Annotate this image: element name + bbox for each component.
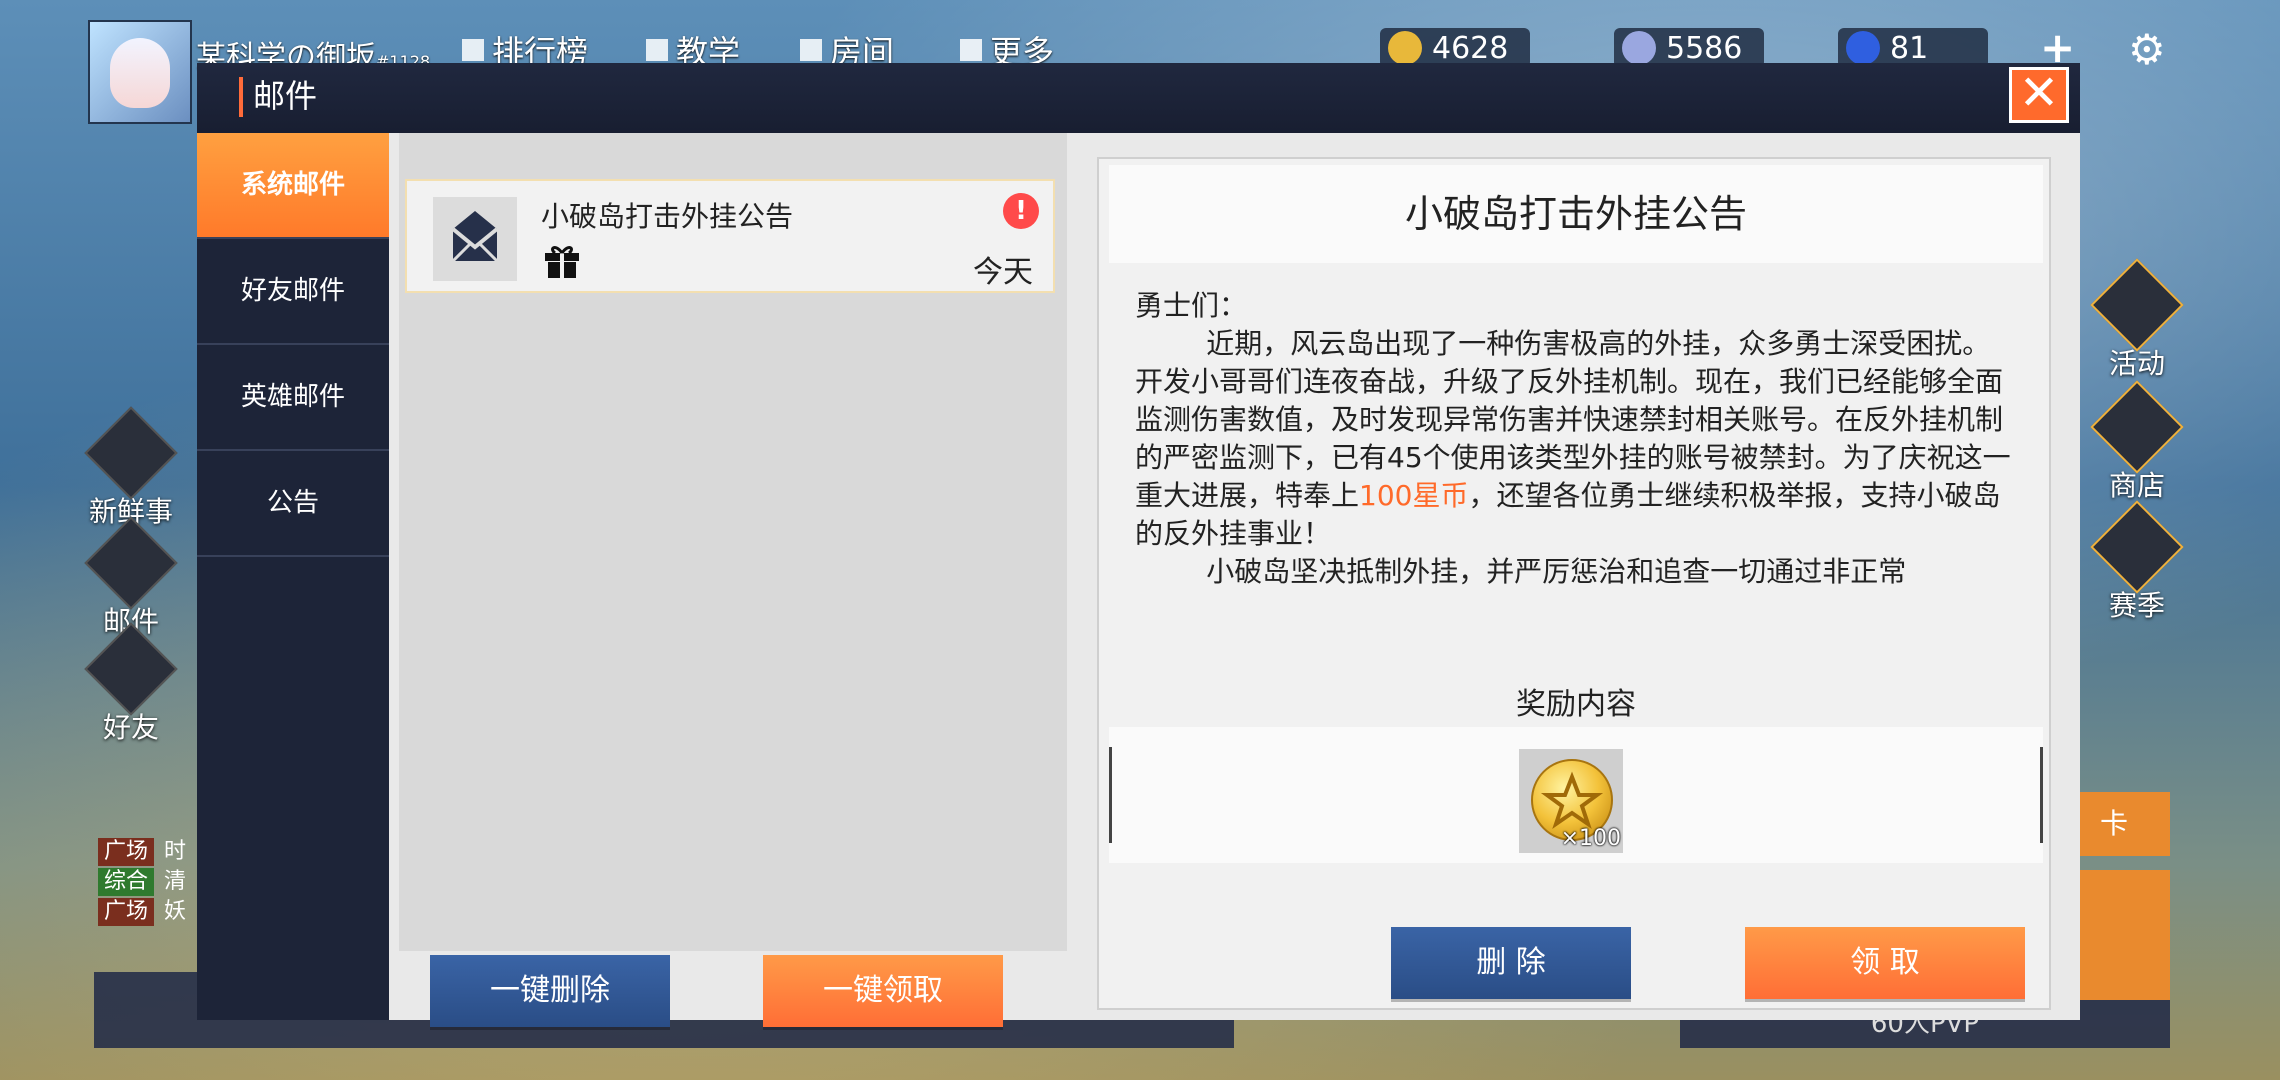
avatar-portrait	[110, 38, 170, 108]
gift-icon	[543, 243, 581, 288]
gem-icon	[1846, 31, 1880, 65]
card-tab[interactable]: 卡	[2080, 792, 2170, 856]
close-button[interactable]: ✕	[2009, 67, 2069, 123]
unread-alert-icon: !	[1003, 193, 1039, 229]
orange-banner[interactable]	[2080, 870, 2170, 1000]
mail-category-tabs: 系统邮件 好友邮件 英雄邮件 公告	[197, 133, 389, 1020]
bar-chart-icon	[462, 39, 484, 61]
modal-title: 邮件	[253, 77, 318, 115]
envelope-icon	[84, 516, 178, 610]
modal-body: 系统邮件 好友邮件 英雄邮件 公告 小破岛打击外挂公告 ! 今天 一键删除 一键…	[197, 133, 2080, 1027]
scroll-left-bar	[1109, 747, 1112, 843]
season-button[interactable]: 赛季	[2090, 500, 2184, 624]
reward-box: ×100	[1109, 727, 2043, 863]
crystal-icon	[1622, 31, 1656, 65]
bag-icon	[2090, 380, 2184, 474]
mail-subject: 小破岛打击外挂公告	[541, 200, 794, 233]
book-icon	[646, 39, 668, 61]
news-button[interactable]: 新鲜事	[84, 406, 178, 530]
reward-quantity: ×100	[1560, 826, 1621, 851]
modal-header: 邮件 ✕	[197, 63, 2080, 133]
reward-item[interactable]: ×100	[1519, 749, 1623, 853]
claim-all-button[interactable]: 一键领取	[763, 955, 1003, 1027]
tab-hero-mail[interactable]: 英雄邮件	[197, 345, 389, 451]
star-icon	[2090, 500, 2184, 594]
claim-button[interactable]: 领 取	[1745, 927, 2025, 999]
grid-icon	[960, 39, 982, 61]
gold-coin-icon	[1388, 31, 1422, 65]
tab-system-mail[interactable]: 系统邮件	[197, 133, 389, 239]
tab-announcement[interactable]: 公告	[197, 451, 389, 557]
player-avatar[interactable]	[88, 20, 192, 124]
mail-list: 小破岛打击外挂公告 ! 今天	[399, 133, 1067, 951]
events-button[interactable]: 活动	[2090, 258, 2184, 382]
gift-icon	[2090, 258, 2184, 352]
mail-modal: 邮件 ✕ 系统邮件 好友邮件 英雄邮件 公告 小破岛打击外挂公告 ! 今天 一键…	[197, 63, 2080, 1027]
person-icon	[84, 622, 178, 716]
mail-body: 勇士们： 近期，风云岛出现了一种伤害极高的外挂，众多勇士深受困扰。开发小哥哥们连…	[1135, 289, 2011, 588]
shop-button[interactable]: 商店	[2090, 380, 2184, 504]
detail-title: 小破岛打击外挂公告	[1404, 192, 1747, 236]
title-accent	[239, 77, 243, 117]
camera-icon	[84, 406, 178, 500]
reward-title: 奖励内容	[1516, 687, 1636, 722]
delete-button[interactable]: 删 除	[1391, 927, 1631, 999]
crystal-counter: 5586	[1614, 28, 1764, 68]
mail-detail: 小破岛打击外挂公告 勇士们： 近期，风云岛出现了一种伤害极高的外挂，众多勇士深受…	[1097, 157, 2051, 1010]
gear-icon[interactable]: ⚙	[2128, 29, 2166, 71]
mail-date: 今天	[973, 255, 1033, 290]
add-currency-button[interactable]: +	[2040, 27, 2075, 69]
envelope-icon	[433, 197, 517, 281]
reward-highlight: 100星币	[1359, 479, 1469, 512]
gem-counter: 81	[1838, 28, 1988, 68]
scroll-right-bar	[2040, 747, 2043, 843]
friends-button[interactable]: 好友	[84, 622, 178, 746]
gold-counter: 4628	[1380, 28, 1530, 68]
door-icon	[800, 39, 822, 61]
list-item[interactable]: 小破岛打击外挂公告 ! 今天	[405, 179, 1055, 293]
delete-all-button[interactable]: 一键删除	[430, 955, 670, 1027]
tab-friend-mail[interactable]: 好友邮件	[197, 239, 389, 345]
